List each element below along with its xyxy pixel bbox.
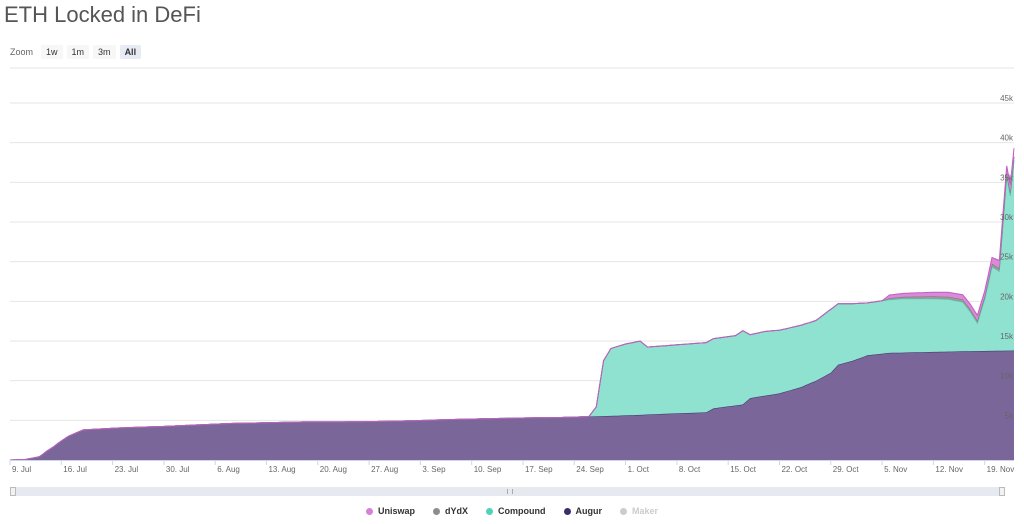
legend-label: dYdX <box>444 506 468 516</box>
legend-dot-icon <box>620 507 627 515</box>
navigator-handle-left[interactable] <box>10 487 16 496</box>
x-tick-label: 3. Sep <box>422 465 446 474</box>
y-tick-label: 35k <box>1000 173 1014 182</box>
x-tick-label: 27. Aug <box>371 465 398 474</box>
legend-dot-icon <box>365 507 373 515</box>
x-tick-label: 30. Jul <box>166 465 190 474</box>
x-tick-label: 10. Sep <box>474 465 502 474</box>
x-tick-label: 17. Sep <box>525 465 553 474</box>
area-chart: 5k 10k 15k 20k 25k 30k 35k 40k 45k 9. Jul 16. Jul 2… <box>9 67 1015 474</box>
navigator-grip-icon[interactable] <box>507 489 513 494</box>
y-tick-label: 45k <box>1000 94 1014 103</box>
legend-label: Maker <box>632 506 659 516</box>
y-tick-label: 15k <box>1000 332 1014 341</box>
legend-item-maker[interactable]: Maker <box>620 506 658 516</box>
y-tick-label: 10k <box>1000 372 1014 381</box>
legend-item-compound[interactable]: Compound <box>486 506 546 516</box>
y-tick-label: 40k <box>1000 134 1014 143</box>
legend-label: Compound <box>498 506 546 516</box>
x-tick-label: 19. Nov <box>987 465 1015 474</box>
x-tick-label: 16. Jul <box>63 465 87 474</box>
legend-item-dydx[interactable]: dYdX <box>432 506 468 516</box>
x-tick-label: 29. Oct <box>833 465 860 474</box>
navigator-handle-right[interactable] <box>999 487 1005 496</box>
x-tick-label: 8. Oct <box>679 465 701 474</box>
legend-label: Uniswap <box>377 506 415 516</box>
legend-item-uniswap[interactable]: Uniswap <box>365 506 415 516</box>
y-tick-label: 30k <box>1000 213 1014 222</box>
x-tick-label: 9. Jul <box>12 465 31 474</box>
legend: Uniswap dYdX Compound Augur Maker <box>0 506 1024 516</box>
navigator-scrollbar[interactable] <box>10 487 1005 496</box>
legend-label: Augur <box>575 506 603 516</box>
x-tick-label: 12. Nov <box>935 465 963 474</box>
legend-dot-icon <box>432 507 440 515</box>
series-area-augur <box>10 350 1014 460</box>
legend-dot-icon <box>486 507 493 515</box>
legend-dot-icon <box>563 507 571 515</box>
x-tick-label: 23. Jul <box>115 465 139 474</box>
x-tick-label: 24. Sep <box>576 465 604 474</box>
y-tick-label: 25k <box>1000 253 1014 262</box>
y-tick-label: 5k <box>1005 411 1014 420</box>
x-tick-label: 1. Oct <box>628 465 650 474</box>
legend-item-augur[interactable]: Augur <box>563 506 603 516</box>
x-tick-label: 15. Oct <box>730 465 757 474</box>
y-tick-label: 20k <box>1000 292 1014 301</box>
x-tick-label: 5. Nov <box>884 465 907 474</box>
x-tick-label: 20. Aug <box>320 465 347 474</box>
x-tick-label: 6. Aug <box>217 465 240 474</box>
x-tick-label: 22. Oct <box>781 465 808 474</box>
x-tick-label: 13. Aug <box>268 465 295 474</box>
